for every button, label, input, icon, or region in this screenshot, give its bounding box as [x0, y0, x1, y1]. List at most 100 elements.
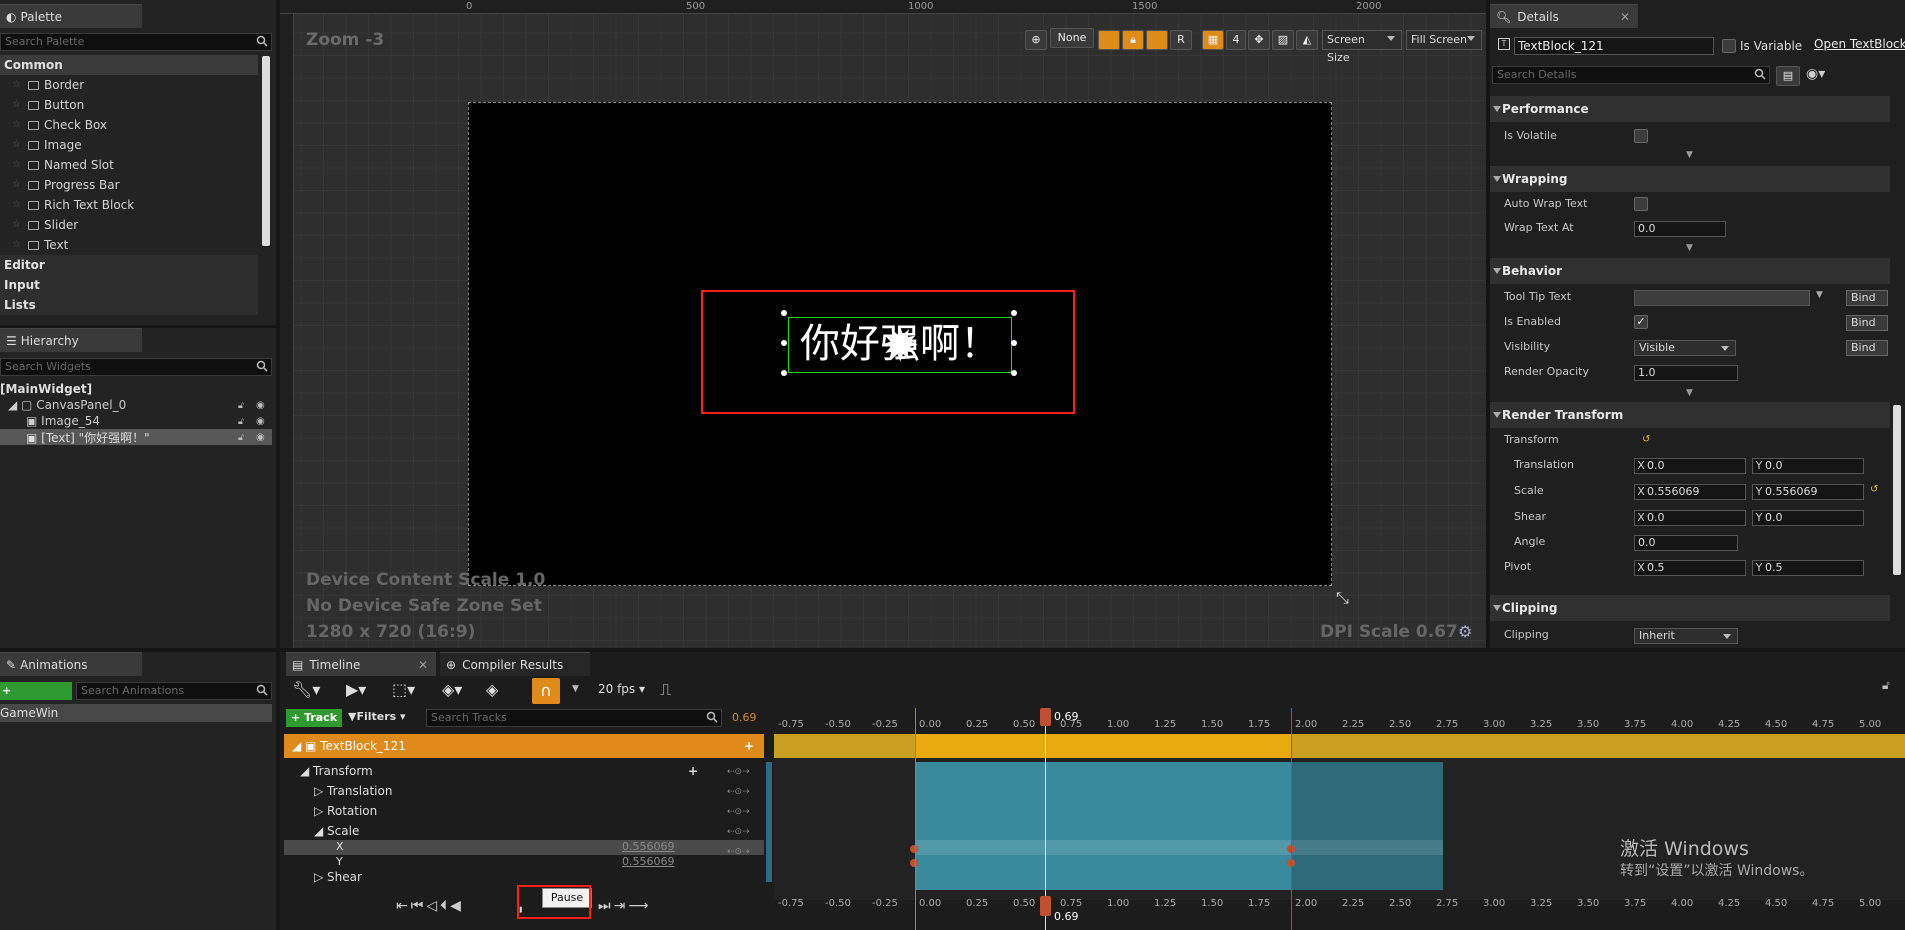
widget-name-input[interactable]: TextBlock_121: [1514, 37, 1714, 55]
resize-handle[interactable]: [781, 340, 787, 346]
animations-search-input[interactable]: Search Animations: [76, 682, 272, 700]
track-x-value[interactable]: 0.556069: [622, 840, 675, 853]
star-icon[interactable]: ☆: [12, 135, 21, 155]
eye-icon[interactable]: ◉ ◉ ◉: [256, 398, 265, 446]
chevron-down-icon[interactable]: ▼: [1816, 290, 1823, 300]
keyframe[interactable]: [910, 859, 918, 867]
add-icon[interactable]: +: [744, 734, 754, 758]
star-icon[interactable]: ☆: [12, 155, 21, 175]
scale-x-input[interactable]: X 0.556069: [1634, 484, 1746, 500]
curve-editor-icon[interactable]: ⎍: [660, 680, 671, 700]
visibility-dropdown[interactable]: Visible: [1634, 340, 1736, 356]
globe-button[interactable]: ⊕: [1025, 30, 1047, 50]
star-icon[interactable]: ☆: [12, 195, 21, 215]
start-marker[interactable]: [915, 708, 916, 930]
tree-item-root[interactable]: [MainWidget]: [0, 382, 92, 396]
open-textblock-link[interactable]: Open TextBlock: [1814, 37, 1905, 51]
prev-key-icon[interactable]: ⏮: [411, 898, 427, 914]
expand-arrow-icon[interactable]: ▼: [1686, 243, 1693, 253]
snap-toggle[interactable]: ∩: [532, 678, 560, 704]
chevron-down-icon[interactable]: ▼: [572, 684, 579, 694]
star-icon[interactable]: ☆: [12, 175, 21, 195]
pivot-icon[interactable]: ✹: [881, 316, 920, 374]
screen-size-dropdown[interactable]: Screen Size: [1322, 30, 1402, 64]
auto-wrap-checkbox[interactable]: [1634, 197, 1648, 211]
palette-item[interactable]: ☆ Named Slot: [0, 155, 258, 175]
prop-scale[interactable]: Scale: [1514, 479, 1544, 503]
track-y-value[interactable]: 0.556069: [622, 855, 675, 868]
shear-y-input[interactable]: Y 0.0: [1752, 510, 1864, 526]
section-behavior[interactable]: Behavior: [1490, 258, 1890, 284]
add-icon[interactable]: +: [688, 763, 698, 780]
is-enabled-checkbox[interactable]: ✓: [1634, 315, 1648, 329]
star-icon[interactable]: ☆: [12, 215, 21, 235]
hierarchy-search-input[interactable]: Search Widgets: [0, 358, 272, 376]
step-icon[interactable]: ⏴: [440, 898, 450, 914]
tab-animations[interactable]: ✎ Animations: [0, 652, 142, 676]
playhead-handle-bottom[interactable]: [1040, 896, 1051, 916]
section-performance[interactable]: Performance: [1490, 96, 1890, 122]
track-scale[interactable]: ◢ Scale: [314, 823, 794, 840]
category-lists[interactable]: Lists: [0, 295, 258, 315]
prop-translation[interactable]: Translation: [1514, 453, 1574, 477]
close-icon[interactable]: ✕: [1620, 10, 1630, 24]
add-track-button[interactable]: + Track: [286, 709, 342, 727]
is-variable-checkbox[interactable]: [1722, 39, 1736, 53]
image-icon[interactable]: ▨: [1272, 30, 1294, 50]
section-wrapping[interactable]: Wrapping: [1490, 166, 1890, 192]
palette-item[interactable]: ☆ Button: [0, 95, 258, 115]
tab-details[interactable]: 🔍︎ Details ✕: [1490, 4, 1638, 28]
layout-toggle-3[interactable]: [1146, 30, 1168, 50]
palette-item[interactable]: ☆ Slider: [0, 215, 258, 235]
playhead-handle[interactable]: [1040, 708, 1051, 726]
reverse-icon[interactable]: ◀: [450, 898, 464, 914]
translation-x-input[interactable]: X 0.0: [1634, 458, 1746, 474]
category-editor[interactable]: Editor: [0, 255, 258, 275]
current-time-readout[interactable]: 0.69: [732, 711, 757, 724]
wrench-icon[interactable]: 🔧︎▾: [292, 680, 320, 699]
grid-size[interactable]: 4: [1226, 30, 1246, 50]
expand-arrow-icon[interactable]: ▼: [1686, 388, 1693, 398]
star-icon[interactable]: ☆: [12, 115, 21, 135]
pivot-x-input[interactable]: X 0.5: [1634, 560, 1746, 576]
tab-timeline[interactable]: ▤ Timeline ✕: [286, 652, 436, 676]
r-button[interactable]: R: [1170, 30, 1192, 50]
category-common[interactable]: Common: [0, 55, 258, 75]
section-clipping[interactable]: Clipping: [1490, 595, 1890, 621]
layout-toggle-1[interactable]: [1098, 30, 1120, 50]
keyframe[interactable]: [910, 845, 918, 853]
pin-icon[interactable]: 🔓︎: [1882, 678, 1890, 693]
tooltip-input[interactable]: [1634, 290, 1810, 306]
step-back-icon[interactable]: ◁: [426, 898, 440, 914]
key-icon[interactable]: ◈▾: [442, 680, 462, 699]
section-render-transform[interactable]: Render Transform: [1490, 402, 1890, 428]
angle-input[interactable]: 0.0: [1634, 535, 1738, 551]
pivot-y-input[interactable]: Y 0.5: [1752, 560, 1864, 576]
loop-icon[interactable]: ⟶: [628, 898, 651, 914]
tooltip-bind-button[interactable]: Bind: [1846, 290, 1888, 306]
palette-item[interactable]: ☆ Progress Bar: [0, 175, 258, 195]
star-icon[interactable]: ☆: [12, 95, 21, 115]
playback-range[interactable]: [915, 762, 1291, 890]
tab-palette[interactable]: ◐ Palette: [0, 4, 142, 28]
animation-list-item[interactable]: GameWin: [0, 704, 272, 722]
tree-item-image[interactable]: ▣ Image_54: [26, 414, 100, 428]
tracks-search-input[interactable]: Search Tracks: [426, 709, 722, 727]
track-shear[interactable]: ▷ Shear: [314, 869, 794, 886]
resize-handle[interactable]: [781, 310, 787, 316]
tree-item-text[interactable]: ▣ [Text] "你好强啊！": [0, 429, 272, 445]
grid-toggle[interactable]: ▦: [1202, 30, 1224, 50]
eye-icon[interactable]: ◉▾: [1806, 66, 1825, 82]
track-rotation[interactable]: ▷ Rotation: [314, 803, 794, 820]
track-transform[interactable]: ◢ Transform +: [300, 763, 780, 780]
next-key-icon[interactable]: ⏭: [598, 898, 614, 914]
tree-item-canvas[interactable]: ◢ ▢ CanvasPanel_0: [8, 398, 126, 412]
palette-item[interactable]: ☆ Image: [0, 135, 258, 155]
property-matrix-button[interactable]: ▤: [1776, 66, 1800, 86]
move-icon[interactable]: ✥: [1248, 30, 1270, 50]
category-input[interactable]: Input: [0, 275, 258, 295]
is-enabled-bind-button[interactable]: Bind: [1846, 315, 1888, 331]
details-search-input[interactable]: Search Details: [1492, 66, 1770, 84]
tree-scrollbar[interactable]: [766, 762, 772, 882]
visibility-bind-button[interactable]: Bind: [1846, 340, 1888, 356]
